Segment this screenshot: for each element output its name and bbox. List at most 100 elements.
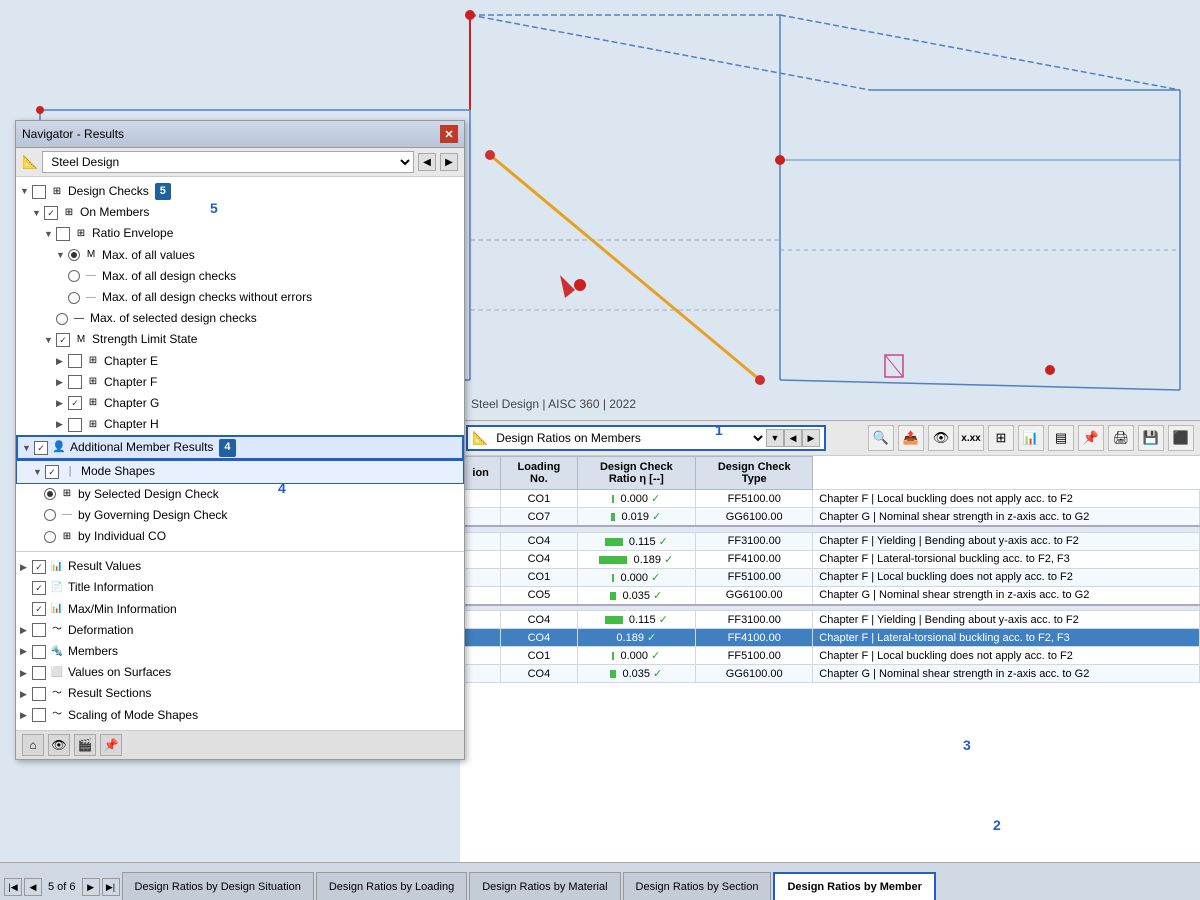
nav-prev-button[interactable]: ◀ [418,153,436,171]
checkbox-title[interactable] [32,581,46,595]
checkbox-f[interactable] [68,375,82,389]
tab-by-material[interactable]: Design Ratios by Material [469,872,620,900]
tree-item-result-values[interactable]: ▶ 📊 Result Values [16,556,464,577]
steel-design-dropdown[interactable]: Steel Design [42,151,414,173]
results-nav-right[interactable]: ▶ [802,429,820,447]
checkbox-strength[interactable] [56,333,70,347]
tab-by-loading[interactable]: Design Ratios by Loading [316,872,467,900]
tree-item-max-selected[interactable]: — Max. of selected design checks [16,308,464,329]
tab-prev-button[interactable]: ◀ [24,878,42,896]
close-button[interactable]: ✕ [440,125,458,143]
table-row[interactable]: CO1 0.000 ✓ FF5100.00 Chapter F | Local … [461,490,1200,508]
table-row-highlighted[interactable]: CO4 0.189 ✓ FF4100.00 Chapter F | Latera… [461,629,1200,647]
nav-pin-button[interactable]: 📌 [100,734,122,756]
abc-button[interactable]: x.xx [958,425,984,451]
eye-button[interactable]: 👁 [928,425,954,451]
checkbox-scaling[interactable] [32,708,46,722]
table-row[interactable]: CO4 0.035 ✓ GG6100.00 Chapter G | Nomina… [461,665,1200,683]
tree-item-mode-shapes[interactable]: ▼ | Mode Shapes [16,460,464,483]
checkbox-deformation[interactable] [32,623,46,637]
table-row[interactable]: CO4 0.189 ✓ FF4100.00 Chapter F | Latera… [461,550,1200,568]
nav-next-button[interactable]: ▶ [440,153,458,171]
tree-item-chapter-g[interactable]: ▶ ⊞ Chapter G [16,393,464,414]
checkbox-result-values[interactable] [32,560,46,574]
checkbox-ratio-envelope[interactable] [56,227,70,241]
tree-item-additional-member[interactable]: ▼ 👤 Additional Member Results 4 [16,435,464,460]
checkbox-mode-shapes[interactable] [45,465,59,479]
checkbox-g[interactable] [68,396,82,410]
results-dropdown-down[interactable]: ▼ [766,429,784,447]
table-row[interactable]: CO5 0.035 ✓ GG6100.00 Chapter G | Nomina… [461,586,1200,605]
tab-last-button[interactable]: ▶| [102,878,120,896]
tab-next-button[interactable]: ▶ [82,878,100,896]
tree-item-design-checks[interactable]: ▼ ⊞ Design Checks 5 [16,181,464,202]
tree-item-result-sections[interactable]: ▶ 〜 Result Sections [16,683,464,704]
table-row[interactable]: CO4 0.115 ✓ FF3100.00 Chapter F | Yieldi… [461,611,1200,629]
funnel-button[interactable]: ⬛ [1168,425,1194,451]
tab-by-section[interactable]: Design Ratios by Section [623,872,772,900]
tree-item-title-info[interactable]: 📄 Title Information [16,577,464,598]
export-button[interactable]: 📤 [898,425,924,451]
cell-description: Chapter G | Nominal shear strength in z-… [813,665,1200,683]
nav-eye-button[interactable]: 👁 [48,734,70,756]
search-button[interactable]: 🔍 [868,425,894,451]
save-button[interactable]: 💾 [1138,425,1164,451]
tree-item-values-surfaces[interactable]: ▶ ⬜ Values on Surfaces [16,662,464,683]
cell-ion [461,629,501,647]
tree-item-strength-limit[interactable]: ▼ M Strength Limit State [16,329,464,350]
checkbox-design-checks[interactable] [32,185,46,199]
table-row[interactable]: CO1 0.000 ✓ FF5100.00 Chapter F | Local … [461,647,1200,665]
tree-item-scaling[interactable]: ▶ 〜 Scaling of Mode Shapes [16,705,464,726]
tree-item-chapter-h[interactable]: ▶ ⊞ Chapter H [16,414,464,435]
col-ratio: Design CheckRatio η [--] [577,457,696,490]
tree-container: ▼ ⊞ Design Checks 5 ▼ ⊞ On Members ▼ ⊞ R… [16,177,464,730]
tree-item-max-all-no-err[interactable]: — Max. of all design checks without erro… [16,287,464,308]
checkbox-surfaces[interactable] [32,666,46,680]
checkbox-h[interactable] [68,418,82,432]
tree-item-max-all-design[interactable]: — Max. of all design checks [16,266,464,287]
grid-button[interactable]: ⊞ [988,425,1014,451]
results-nav-left[interactable]: ◀ [784,429,802,447]
tree-item-maxmin[interactable]: 📊 Max/Min Information [16,599,464,620]
tree-item-members[interactable]: ▶ 🔩 Members [16,641,464,662]
tree-item-by-selected-design[interactable]: ⊞ by Selected Design Check [16,484,464,505]
table-row[interactable]: CO4 0.115 ✓ FF3100.00 Chapter F | Yieldi… [461,532,1200,550]
radio-by-selected[interactable] [44,488,56,500]
nav-home-button[interactable]: ⌂ [22,734,44,756]
tree-item-by-governing[interactable]: — by Governing Design Check [16,505,464,526]
pin-button[interactable]: 📌 [1078,425,1104,451]
tab-by-design-situation[interactable]: Design Ratios by Design Situation [122,872,314,900]
filter-button[interactable]: ▤ [1048,425,1074,451]
radio-max-all-values[interactable] [68,249,80,261]
expand-arrow-deform: ▶ [20,623,32,637]
table-row[interactable]: CO1 0.000 ✓ FF5100.00 Chapter F | Local … [461,568,1200,586]
checkbox-on-members[interactable] [44,206,58,220]
radio-max-no-err[interactable] [68,292,80,304]
tree-item-max-all-values[interactable]: ▼ M Max. of all values [16,245,464,266]
tab-by-member[interactable]: Design Ratios by Member [773,872,935,900]
radio-max-selected[interactable] [56,313,68,325]
tree-item-chapter-e[interactable]: ▶ ⊞ Chapter E [16,351,464,372]
tab-first-button[interactable]: |◀ [4,878,22,896]
chart-button[interactable]: 📊 [1018,425,1044,451]
checkbox-additional[interactable] [34,441,48,455]
results-table[interactable]: ion LoadingNo. Design CheckRatio η [--] … [460,456,1200,900]
radio-by-individual[interactable] [44,531,56,543]
checkbox-maxmin[interactable] [32,602,46,616]
tree-item-on-members[interactable]: ▼ ⊞ On Members [16,202,464,223]
checkbox-members[interactable] [32,645,46,659]
tree-item-deformation[interactable]: ▶ 〜 Deformation [16,620,464,641]
radio-by-governing[interactable] [44,509,56,521]
nav-video-button[interactable]: 🎬 [74,734,96,756]
checkbox-e[interactable] [68,354,82,368]
print-button[interactable]: 🖨 [1108,425,1134,451]
table-row[interactable]: CO7 0.019 ✓ GG6100.00 Chapter G | Nomina… [461,508,1200,527]
design-ratios-dropdown[interactable]: Design Ratios on Members [492,430,766,446]
tree-item-chapter-f[interactable]: ▶ ⊞ Chapter F [16,372,464,393]
radio-max-all-design[interactable] [68,270,80,282]
checkbox-sections[interactable] [32,687,46,701]
cell-description: Chapter F | Lateral-torsional buckling a… [813,629,1200,647]
cell-description: Chapter F | Local buckling does not appl… [813,568,1200,586]
tree-item-by-individual[interactable]: ⊞ by Individual CO [16,526,464,547]
tree-item-ratio-envelope[interactable]: ▼ ⊞ Ratio Envelope [16,223,464,244]
